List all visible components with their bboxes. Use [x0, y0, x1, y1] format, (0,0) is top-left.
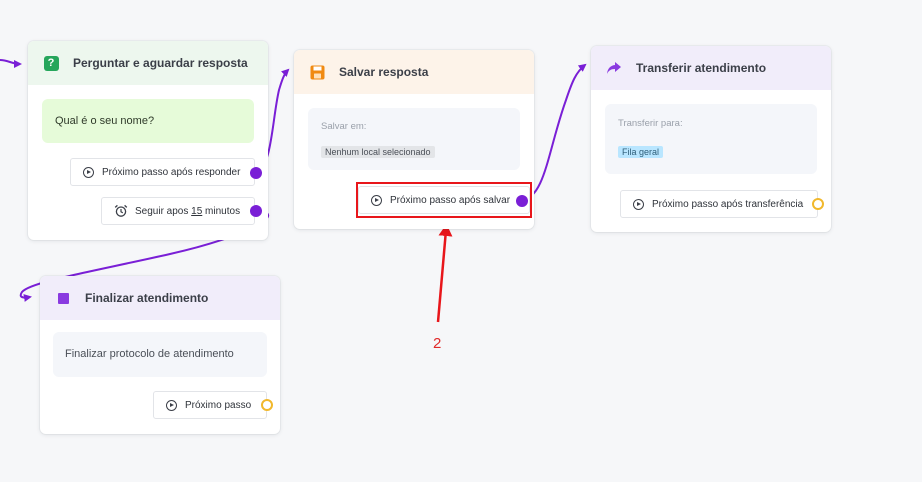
next-after-transfer-button[interactable]: Próximo passo após transferência	[620, 190, 818, 218]
play-circle-icon	[166, 399, 177, 411]
flow-canvas[interactable]: ? Perguntar e aguardar resposta Qual é o…	[0, 0, 922, 482]
node-header[interactable]: Finalizar atendimento	[40, 276, 280, 320]
button-label: Próximo passo após transferência	[652, 198, 804, 210]
floppy-disk-icon	[309, 64, 325, 80]
output-port-unconnected[interactable]	[812, 198, 824, 210]
save-in-label: Salvar em:	[321, 121, 367, 132]
button-label: Próximo passo após responder	[102, 166, 241, 178]
node-title: Finalizar atendimento	[85, 291, 209, 305]
annotation-arrow	[436, 224, 453, 323]
transfer-to-label: Transferir para:	[618, 118, 683, 129]
annotation-label: 2	[433, 335, 442, 352]
finish-message[interactable]: Finalizar protocolo de atendimento	[53, 332, 267, 377]
square-stop-icon	[55, 290, 71, 306]
share-arrow-icon	[606, 60, 622, 76]
next-after-reply-button[interactable]: Próximo passo após responder	[70, 158, 255, 186]
play-circle-icon	[633, 198, 644, 210]
annotation-highlight-box	[356, 182, 532, 218]
node-title: Salvar resposta	[339, 65, 429, 79]
transfer-to-value: Fila geral	[618, 146, 664, 158]
output-port-unconnected[interactable]	[261, 399, 273, 411]
question-message[interactable]: Qual é o seu nome?	[42, 99, 254, 143]
next-step-button[interactable]: Próximo passo	[153, 391, 267, 419]
node-header[interactable]: Transferir atendimento	[591, 46, 831, 90]
connector-incoming	[0, 59, 22, 68]
transfer-target-panel[interactable]: Transferir para: Fila geral	[605, 104, 817, 174]
question-icon: ?	[43, 55, 59, 71]
timeout-minutes: 15	[191, 205, 203, 217]
alarm-clock-icon	[114, 204, 128, 217]
save-in-value: Nenhum local selecionado	[321, 146, 435, 158]
node-title: Transferir atendimento	[636, 61, 767, 75]
timeout-output-port[interactable]	[250, 205, 262, 217]
node-title: Perguntar e aguardar resposta	[73, 56, 248, 70]
finish-text: Finalizar protocolo de atendimento	[65, 348, 234, 360]
button-label: Próximo passo	[185, 399, 252, 411]
node-header[interactable]: Salvar resposta	[294, 50, 534, 94]
node-header[interactable]: ? Perguntar e aguardar resposta	[28, 41, 268, 85]
timeout-suffix: minutos	[202, 205, 241, 217]
save-location-panel[interactable]: Salvar em: Nenhum local selecionado	[308, 108, 520, 170]
play-circle-icon	[83, 166, 94, 178]
output-port[interactable]	[250, 167, 262, 179]
question-text: Qual é o seu nome?	[55, 115, 155, 127]
timeout-prefix: Seguir apos	[135, 205, 192, 217]
timeout-button[interactable]: Seguir apos 15 minutos	[101, 197, 255, 225]
